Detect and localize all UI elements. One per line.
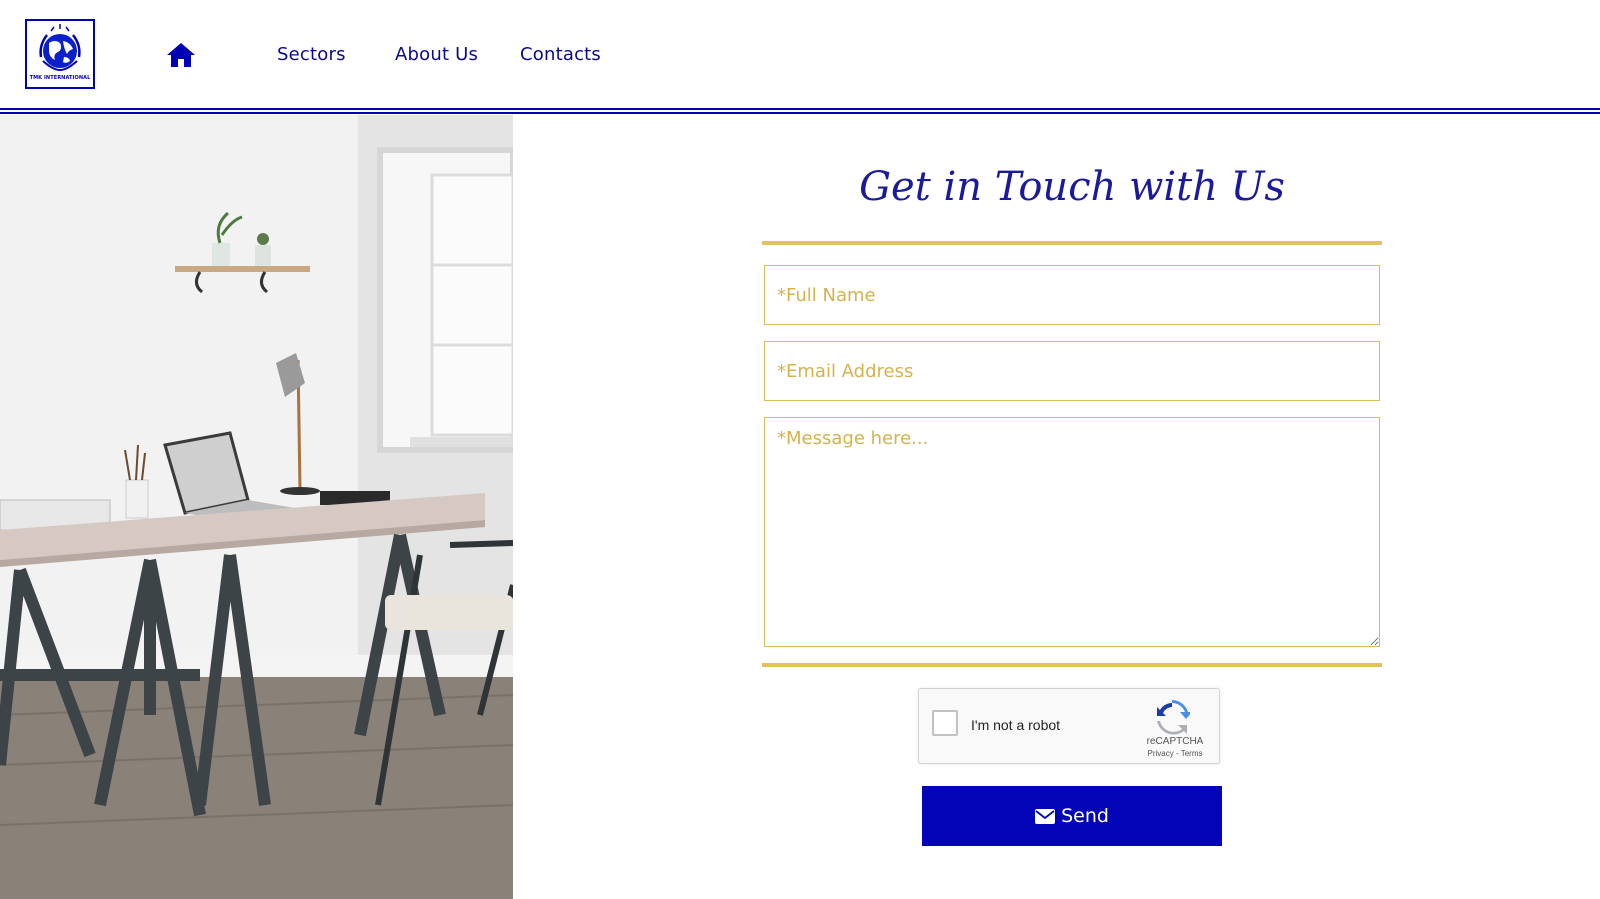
nav-about-us[interactable]: About Us bbox=[395, 44, 478, 65]
message-textarea[interactable] bbox=[764, 417, 1380, 647]
nav-contacts[interactable]: Contacts bbox=[520, 44, 601, 65]
header-divider bbox=[0, 108, 1600, 110]
recaptcha-terms-link[interactable]: Privacy - Terms bbox=[1137, 749, 1213, 758]
recaptcha-brand: reCAPTCHA bbox=[1146, 736, 1204, 747]
recaptcha-icon bbox=[1154, 699, 1192, 735]
send-label: Send bbox=[1061, 805, 1109, 827]
site-header: TMK INTERNATIONAL Sectors About Us Conta… bbox=[0, 0, 1600, 108]
recaptcha-label: I'm not a robot bbox=[971, 717, 1061, 733]
office-desk-photo bbox=[0, 115, 513, 899]
nav-sectors[interactable]: Sectors bbox=[277, 44, 346, 65]
site-logo[interactable]: TMK INTERNATIONAL bbox=[25, 19, 95, 89]
contact-title: Get in Touch with Us bbox=[859, 164, 1285, 210]
home-icon[interactable] bbox=[166, 42, 196, 68]
title-underline bbox=[762, 241, 1382, 245]
form-bottom-line bbox=[762, 663, 1382, 667]
envelope-icon bbox=[1035, 808, 1056, 824]
logo-text: TMK INTERNATIONAL bbox=[29, 75, 91, 81]
recaptcha-checkbox[interactable] bbox=[932, 710, 958, 736]
full-name-input[interactable] bbox=[764, 265, 1380, 325]
email-input[interactable] bbox=[764, 341, 1380, 401]
header-divider bbox=[0, 112, 1600, 114]
send-button[interactable]: Send bbox=[922, 786, 1222, 846]
recaptcha-widget: I'm not a robot reCAPTCHA Privacy - Term… bbox=[918, 688, 1220, 764]
